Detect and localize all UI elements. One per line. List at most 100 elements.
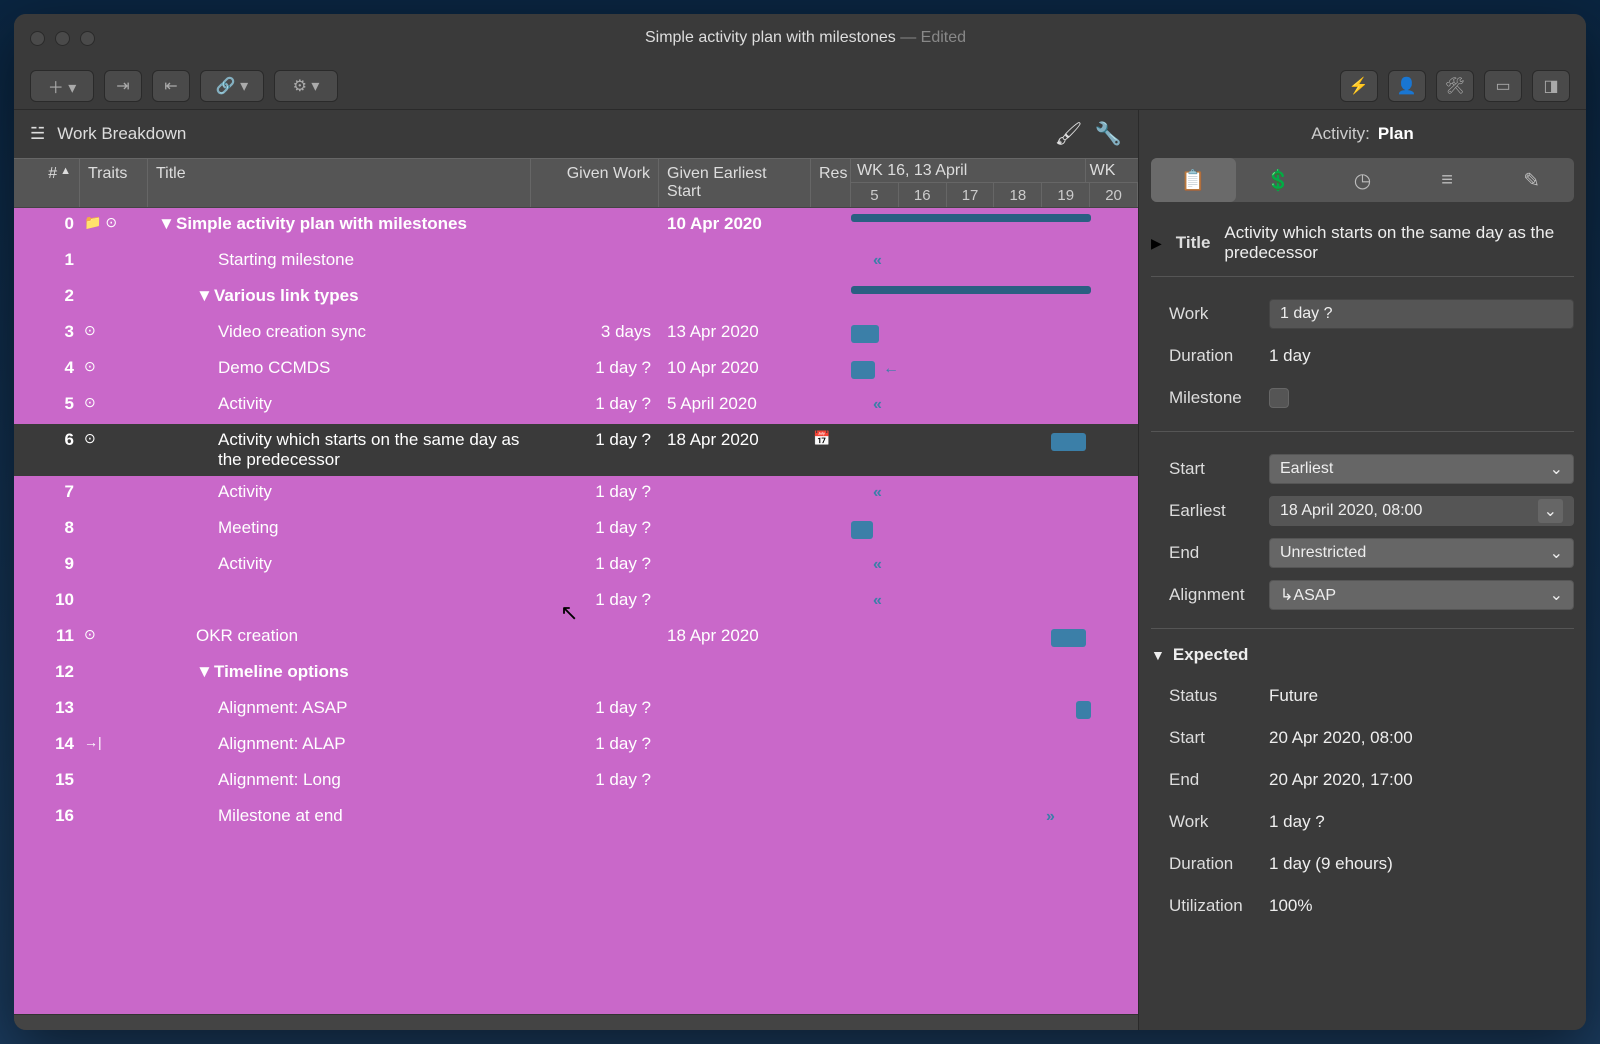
row-given-start[interactable]: 18 Apr 2020 (659, 620, 811, 652)
row-title[interactable]: OKR creation (148, 620, 531, 652)
row-given-work[interactable] (531, 244, 659, 256)
gantt-cell[interactable] (851, 424, 1138, 460)
row-given-start[interactable] (659, 244, 811, 256)
row-given-work[interactable]: 3 days (531, 316, 659, 348)
row-given-start[interactable]: 13 Apr 2020 (659, 316, 811, 348)
gantt-cell[interactable] (851, 280, 1138, 316)
row-title[interactable]: ▼Various link types (148, 280, 531, 312)
table-row[interactable]: 5⊙Activity1 day ?5 April 2020« (14, 388, 1138, 424)
col-number[interactable]: #▲ (14, 159, 80, 207)
row-title[interactable]: Milestone at end (148, 800, 531, 832)
gantt-bar[interactable] (851, 325, 879, 343)
gantt-cell[interactable]: « (851, 476, 1138, 512)
gantt-cell[interactable]: « (851, 584, 1138, 620)
table-row[interactable]: 1Starting milestone« (14, 244, 1138, 280)
paint-icon[interactable]: 🖌 (1055, 121, 1083, 147)
person-button[interactable]: 👤 (1388, 70, 1426, 102)
earliest-input[interactable]: 18 April 2020, 08:00⌄ (1269, 496, 1574, 526)
row-title[interactable]: Activity (148, 548, 531, 580)
row-title[interactable]: Alignment: ALAP (148, 728, 531, 760)
table-row[interactable]: 6⊙Activity which starts on the same day … (14, 424, 1138, 476)
table-row[interactable]: 3⊙Video creation sync3 days13 Apr 2020 (14, 316, 1138, 352)
minimize-window-button[interactable] (55, 31, 70, 46)
tab-notes[interactable]: ✎ (1489, 158, 1574, 202)
table-row[interactable]: 11⊙OKR creation18 Apr 2020 (14, 620, 1138, 656)
close-window-button[interactable] (30, 31, 45, 46)
row-given-start[interactable]: 10 Apr 2020 (659, 352, 811, 384)
add-button[interactable]: ＋ ▾ (30, 70, 94, 102)
row-title[interactable]: ▼Timeline options (148, 656, 531, 688)
view-toggle-2[interactable]: ◨ (1532, 70, 1570, 102)
row-given-work[interactable]: 1 day ? (531, 476, 659, 508)
row-title[interactable]: Meeting (148, 512, 531, 544)
wrench-icon[interactable]: 🔧 (1095, 121, 1122, 147)
row-given-work[interactable]: 1 day ? (531, 352, 659, 384)
col-traits[interactable]: Traits (80, 159, 148, 207)
horizontal-scrollbar[interactable] (14, 1014, 1138, 1030)
row-title[interactable]: Alignment: Long (148, 764, 531, 796)
tab-progress[interactable]: ◷ (1320, 158, 1405, 202)
view-toggle-1[interactable]: ▭ (1484, 70, 1522, 102)
row-title[interactable]: ▼Simple activity plan with milestones (148, 208, 531, 240)
col-title[interactable]: Title (148, 159, 531, 207)
row-given-start[interactable] (659, 280, 811, 292)
bolt-button[interactable]: ⚡ (1340, 70, 1378, 102)
gantt-cell[interactable] (851, 656, 1138, 692)
table-row[interactable]: 7Activity1 day ?« (14, 476, 1138, 512)
gantt-cell[interactable] (851, 728, 1138, 764)
row-given-work[interactable]: 1 day ? (531, 692, 659, 724)
row-title[interactable]: Activity (148, 476, 531, 508)
table-row[interactable]: 8Meeting1 day ? (14, 512, 1138, 548)
work-input[interactable]: 1 day ? (1269, 299, 1574, 329)
row-title[interactable]: Starting milestone (148, 244, 531, 276)
row-given-start[interactable] (659, 800, 811, 812)
gantt-bar[interactable] (1076, 701, 1091, 719)
row-given-start[interactable] (659, 692, 811, 704)
row-given-work[interactable]: 1 day ? (531, 728, 659, 760)
table-row[interactable]: 4⊙Demo CCMDS1 day ?10 Apr 2020← (14, 352, 1138, 388)
gantt-cell[interactable] (851, 512, 1138, 548)
alignment-select[interactable]: ↳ASAP⌄ (1269, 580, 1574, 610)
row-given-work[interactable]: 1 day ? (531, 388, 659, 420)
table-row[interactable]: 14→|Alignment: ALAP1 day ? (14, 728, 1138, 764)
col-given-earliest-start[interactable]: Given Earliest Start (659, 159, 811, 207)
row-title[interactable]: Alignment: ASAP (148, 692, 531, 724)
gear-button[interactable]: ⚙ ▾ (274, 70, 338, 102)
expected-section-toggle[interactable]: ▼ Expected (1151, 641, 1574, 675)
disclosure-triangle-icon[interactable]: ▼ (196, 662, 214, 682)
tab-checklist[interactable]: 📋 (1151, 158, 1236, 202)
table-row[interactable]: 13Alignment: ASAP1 day ? (14, 692, 1138, 728)
row-given-work[interactable]: 1 day ? (531, 548, 659, 580)
end-select[interactable]: Unrestricted⌄ (1269, 538, 1574, 568)
row-given-work[interactable]: 1 day ? (531, 512, 659, 544)
tab-list[interactable]: ≡ (1405, 158, 1490, 202)
table-row[interactable]: 12▼Timeline options (14, 656, 1138, 692)
row-title[interactable]: Activity which starts on the same day as… (148, 424, 531, 476)
milestone-checkbox[interactable] (1269, 388, 1289, 408)
row-given-start[interactable] (659, 584, 811, 596)
gantt-cell[interactable] (851, 208, 1138, 244)
row-given-start[interactable] (659, 728, 811, 740)
row-given-work[interactable] (531, 208, 659, 220)
gantt-cell[interactable]: ← (851, 352, 1138, 388)
start-select[interactable]: Earliest⌄ (1269, 454, 1574, 484)
row-given-work[interactable]: 1 day ? (531, 584, 659, 616)
row-given-work[interactable]: 1 day ? (531, 764, 659, 796)
row-title[interactable]: Demo CCMDS (148, 352, 531, 384)
gantt-cell[interactable]: » (851, 800, 1138, 836)
gantt-cell[interactable]: « (851, 388, 1138, 424)
gantt-cell[interactable] (851, 316, 1138, 352)
timeline-header[interactable]: WK 16, 13 April WK 51617181920 (851, 159, 1138, 207)
row-given-start[interactable]: 10 Apr 2020 (659, 208, 811, 240)
row-given-work[interactable] (531, 800, 659, 812)
gantt-bar[interactable] (851, 286, 1091, 294)
row-given-start[interactable] (659, 656, 811, 668)
gantt-bar[interactable] (1051, 433, 1086, 451)
table-row[interactable]: 16Milestone at end» (14, 800, 1138, 836)
gantt-cell[interactable]: « (851, 548, 1138, 584)
title-value[interactable]: Activity which starts on the same day as… (1224, 223, 1574, 263)
gantt-cell[interactable] (851, 692, 1138, 728)
tab-cost[interactable]: 💲 (1236, 158, 1321, 202)
tools-button[interactable]: 🛠 (1436, 70, 1474, 102)
row-given-start[interactable] (659, 512, 811, 524)
